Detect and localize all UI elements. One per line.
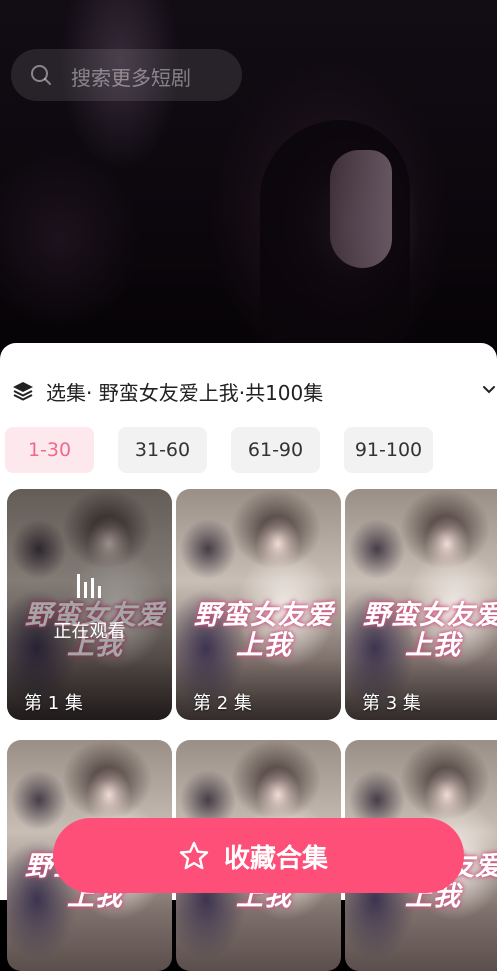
range-tab-61-90[interactable]: 61-90: [231, 427, 320, 473]
episode-label: 第 1 集: [24, 693, 83, 714]
episode-label: 第 3 集: [362, 693, 421, 714]
range-tab-1-30[interactable]: 1-30: [5, 427, 94, 473]
playing-bars-icon: [77, 574, 101, 598]
chevron-down-icon[interactable]: [481, 380, 497, 400]
range-tab-31-60[interactable]: 31-60: [118, 427, 207, 473]
episode-card[interactable]: 野蛮女友爱上我 第 2 集: [176, 489, 341, 720]
now-playing-label: 正在观看: [53, 621, 126, 642]
star-icon: [179, 841, 209, 870]
poster-title-art: 野蛮女友爱上我: [363, 600, 497, 661]
episode-card[interactable]: 野蛮女友爱上我 正在观看 第 1 集: [7, 489, 172, 720]
search-placeholder[interactable]: 搜索更多短剧: [71, 62, 191, 91]
layers-icon: [13, 382, 33, 401]
favorite-button-label: 收藏合集: [224, 844, 329, 874]
sheet-title: 选集· 野蛮女友爱上我·共100集: [46, 381, 324, 405]
poster-title-art: 野蛮女友爱上我: [194, 600, 334, 661]
video-figure-face: [330, 150, 392, 268]
episode-card[interactable]: 野蛮女友爱上我 第 3 集: [345, 489, 497, 720]
search-icon: [31, 65, 51, 85]
episode-label: 第 2 集: [193, 693, 252, 714]
range-tab-91-100[interactable]: 91-100: [344, 427, 433, 473]
